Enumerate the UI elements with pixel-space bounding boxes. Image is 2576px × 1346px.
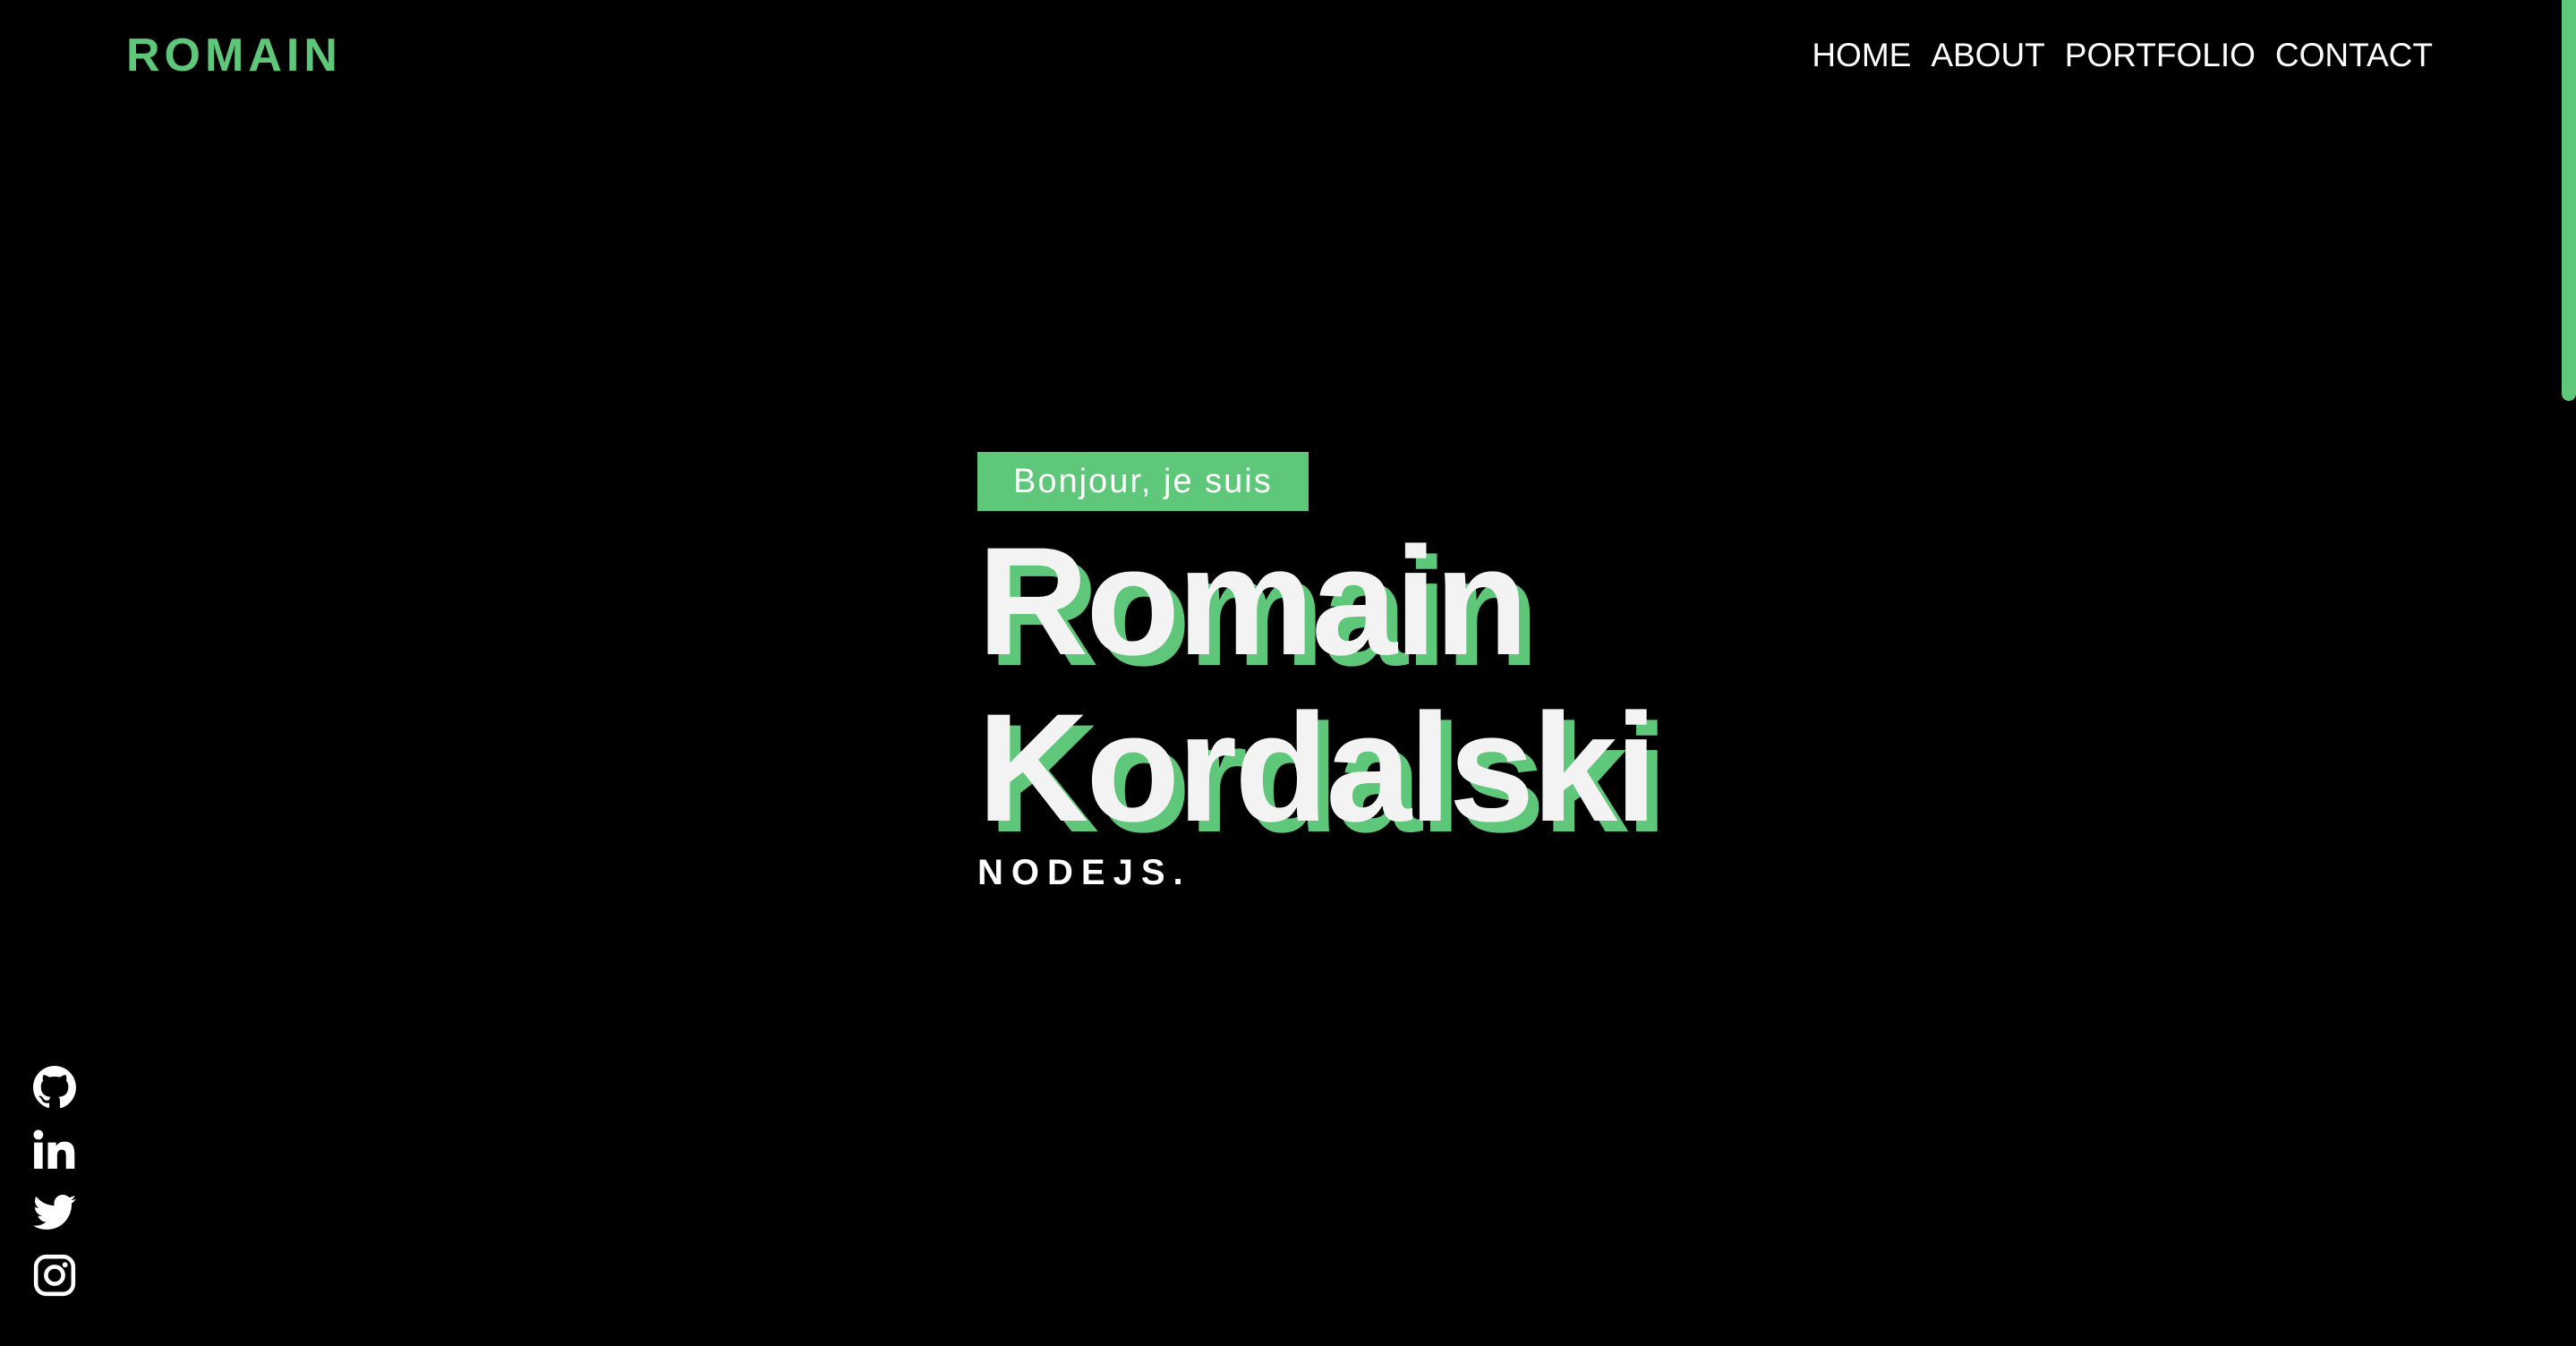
instagram-icon[interactable]	[32, 1253, 77, 1298]
nav-contact[interactable]: CONTACT	[2275, 32, 2433, 79]
linkedin-icon[interactable]	[32, 1128, 77, 1172]
scrollbar[interactable]	[2562, 0, 2576, 1346]
nav-about[interactable]: ABOUT	[1931, 32, 2044, 79]
twitter-icon[interactable]	[32, 1190, 77, 1235]
first-name: Romain	[977, 515, 1529, 687]
hero-name: Romain Kordalski	[977, 515, 1658, 854]
greeting-badge: Bonjour, je suis	[977, 452, 1309, 511]
hero-section: Bonjour, je suis Romain Kordalski NODEJS…	[977, 452, 1658, 894]
social-links	[32, 1065, 77, 1298]
site-logo[interactable]: ROMAIN	[126, 27, 342, 84]
github-icon[interactable]	[32, 1065, 77, 1110]
main-nav: HOME ABOUT PORTFOLIO CONTACT	[1812, 32, 2433, 79]
role-text: NODEJS.	[977, 853, 1191, 892]
nav-portfolio[interactable]: PORTFOLIO	[2065, 32, 2256, 79]
page: ROMAIN HOME ABOUT PORTFOLIO CONTACT Bonj…	[0, 0, 2576, 1346]
nav-home[interactable]: HOME	[1812, 32, 1911, 79]
last-name: Kordalski	[977, 682, 1658, 854]
scrollbar-thumb[interactable]	[2562, 0, 2576, 401]
